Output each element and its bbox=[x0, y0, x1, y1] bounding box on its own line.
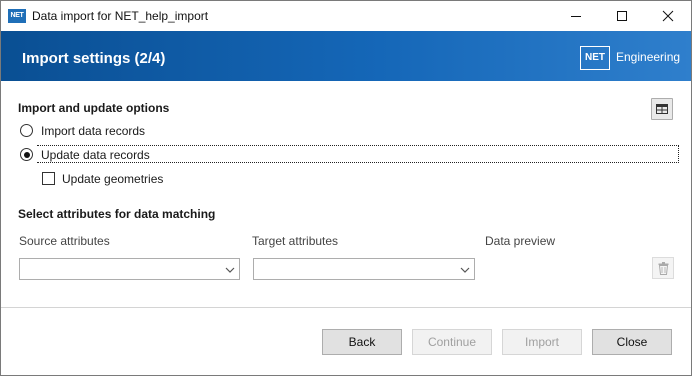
target-attributes-label: Target attributes bbox=[252, 234, 339, 248]
footer: Back Continue Import Close bbox=[1, 308, 691, 375]
chevron-down-icon bbox=[460, 267, 470, 273]
close-icon bbox=[662, 10, 674, 22]
update-records-radio[interactable] bbox=[20, 148, 33, 161]
import-records-label[interactable]: Import data records bbox=[41, 124, 145, 138]
continue-button[interactable]: Continue bbox=[412, 329, 492, 355]
maximize-icon bbox=[617, 11, 627, 21]
data-preview-label: Data preview bbox=[485, 234, 556, 248]
source-attributes-select[interactable] bbox=[19, 258, 240, 280]
update-geometries-label[interactable]: Update geometries bbox=[62, 172, 163, 186]
app-icon: NET bbox=[8, 9, 26, 23]
matching-section-title: Select attributes for data matching bbox=[18, 207, 216, 221]
import-records-radio[interactable] bbox=[20, 124, 33, 137]
delete-mapping-button[interactable] bbox=[652, 257, 674, 279]
table-icon bbox=[656, 104, 668, 114]
back-button[interactable]: Back bbox=[322, 329, 402, 355]
minimize-button[interactable] bbox=[553, 1, 599, 31]
update-geometries-checkbox[interactable] bbox=[42, 172, 55, 185]
minimize-icon bbox=[571, 16, 581, 17]
page-title: Import settings (2/4) bbox=[22, 50, 166, 67]
target-attributes-select[interactable] bbox=[253, 258, 475, 280]
import-button[interactable]: Import bbox=[502, 329, 582, 355]
update-records-label[interactable]: Update data records bbox=[41, 148, 150, 162]
title-bar: NET Data import for NET_help_import bbox=[1, 1, 691, 31]
close-button[interactable]: Close bbox=[592, 329, 672, 355]
brand-text: Engineering bbox=[616, 50, 681, 64]
options-section-title: Import and update options bbox=[18, 101, 170, 115]
maximize-button[interactable] bbox=[599, 1, 645, 31]
trash-icon bbox=[658, 262, 669, 275]
chevron-down-icon bbox=[225, 267, 235, 273]
close-window-button[interactable] bbox=[645, 1, 691, 31]
source-attributes-label: Source attributes bbox=[19, 234, 110, 248]
wizard-header: Import settings (2/4) NET Engineering bbox=[1, 31, 691, 81]
brand-logo: NET bbox=[580, 46, 610, 70]
import-dialog: NET Data import for NET_help_import Impo… bbox=[0, 0, 692, 376]
window-title: Data import for NET_help_import bbox=[32, 9, 209, 23]
table-view-button[interactable] bbox=[651, 98, 673, 120]
